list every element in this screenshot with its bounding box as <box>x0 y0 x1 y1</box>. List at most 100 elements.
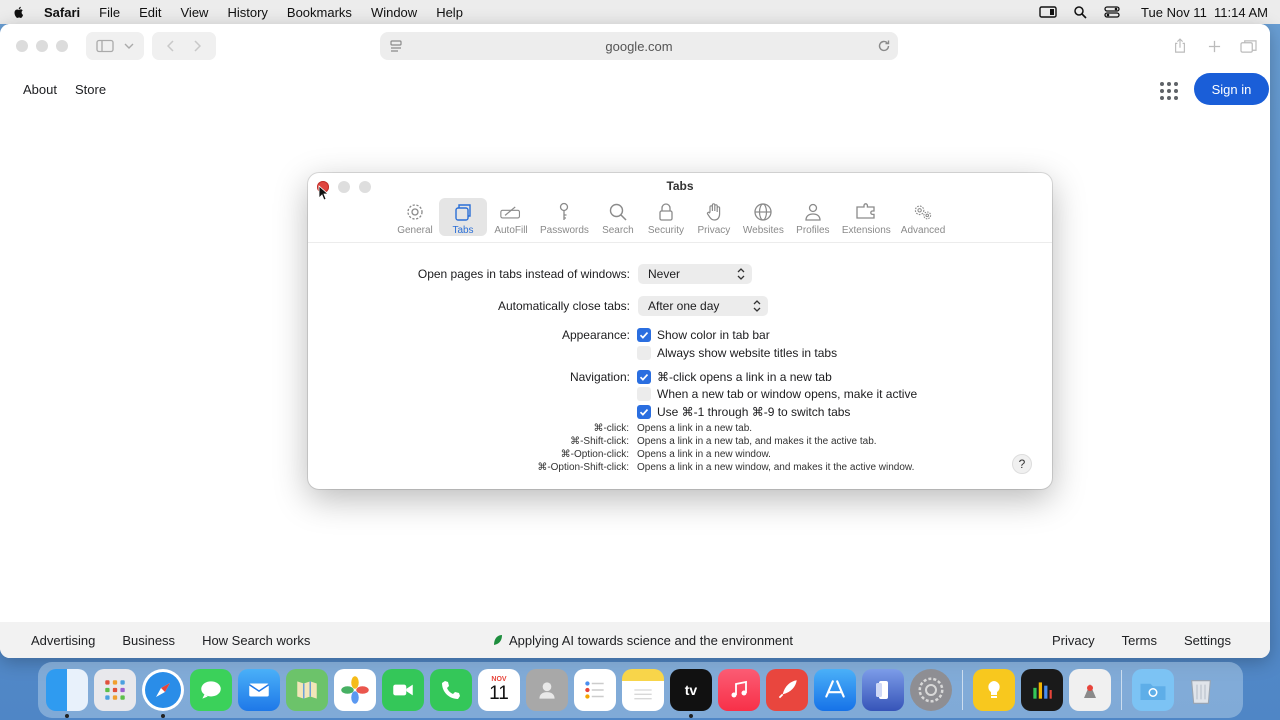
menu-clock[interactable]: Tue Nov 11 11:14 AM <box>1141 5 1268 20</box>
menu-help[interactable]: Help <box>436 5 463 20</box>
footer-business-link[interactable]: Business <box>122 633 175 648</box>
tab-security[interactable]: Security <box>642 198 690 236</box>
music-icon[interactable] <box>718 669 760 711</box>
back-arrow-icon[interactable] <box>167 40 175 52</box>
footer-sustainability-text: Applying AI towards science and the envi… <box>509 632 794 648</box>
footer-settings-link[interactable]: Settings <box>1184 633 1231 648</box>
window-zoom-button[interactable] <box>56 40 68 52</box>
menu-window[interactable]: Window <box>371 5 417 20</box>
facetime-icon[interactable] <box>382 669 424 711</box>
help-button[interactable]: ? <box>1012 454 1032 474</box>
hint-desc-2: Opens a link in a new tab, and makes it … <box>637 436 877 447</box>
cmd-number-checkbox[interactable]: Use ⌘-1 through ⌘-9 to switch tabs <box>637 404 850 420</box>
tab-tabs[interactable]: Tabs <box>439 198 487 236</box>
apple-tv-icon[interactable]: tv <box>670 669 712 718</box>
menu-history[interactable]: History <box>227 5 267 20</box>
reminders-icon[interactable] <box>574 669 616 711</box>
rocket-app-icon[interactable] <box>766 669 808 711</box>
tab-passwords[interactable]: Passwords <box>535 198 594 236</box>
tab-security-label: Security <box>647 225 684 236</box>
hint-key-2: ⌘-Shift-click: <box>570 436 629 447</box>
spotlight-icon[interactable] <box>1071 5 1089 19</box>
iphone-mirroring-icon[interactable] <box>862 669 904 711</box>
tips-icon[interactable] <box>973 669 1015 711</box>
safari-app-icon[interactable] <box>142 669 184 718</box>
sign-in-button[interactable]: Sign in <box>1194 73 1269 105</box>
forward-arrow-icon[interactable] <box>193 40 201 52</box>
sidebar-toggle-button[interactable] <box>86 32 144 60</box>
tab-search[interactable]: Search <box>594 198 642 236</box>
footer-terms-link[interactable]: Terms <box>1122 633 1157 648</box>
tab-passwords-label: Passwords <box>540 225 589 236</box>
hint-desc-1: Opens a link in a new tab. <box>637 423 753 434</box>
show-titles-checkbox[interactable]: Always show website titles in tabs <box>637 345 837 361</box>
checkbox-box <box>637 346 651 360</box>
contacts-icon[interactable] <box>526 669 568 711</box>
tab-autofill[interactable]: AutoFill <box>487 198 535 236</box>
grapher-icon[interactable] <box>1021 669 1063 711</box>
checkbox-box <box>637 387 651 401</box>
auto-close-label: Automatically close tabs: <box>497 299 630 313</box>
footer-advertising-link[interactable]: Advertising <box>31 633 95 648</box>
maps-icon[interactable] <box>286 669 328 711</box>
menu-edit[interactable]: Edit <box>139 5 161 20</box>
calendar-icon[interactable]: NOV 11 <box>478 669 520 711</box>
reload-icon[interactable] <box>876 38 892 54</box>
control-center-icon[interactable] <box>1103 5 1121 19</box>
share-icon[interactable] <box>1168 32 1192 60</box>
address-bar[interactable]: google.com <box>380 32 898 60</box>
google-apps-grid-icon[interactable] <box>1160 82 1178 100</box>
show-color-label: Show color in tab bar <box>657 328 770 342</box>
system-settings-icon[interactable] <box>910 669 952 711</box>
new-tab-plus-icon[interactable] <box>1202 32 1226 60</box>
footer-privacy-link[interactable]: Privacy <box>1052 633 1095 648</box>
mail-icon[interactable] <box>238 669 280 711</box>
menu-view[interactable]: View <box>181 5 209 20</box>
appearance-label: Appearance: <box>561 328 630 342</box>
tab-privacy[interactable]: Privacy <box>690 198 738 236</box>
app-store-icon[interactable] <box>814 669 856 711</box>
launchpad-icon[interactable] <box>94 669 136 711</box>
hint-key-4: ⌘-Option-Shift-click: <box>537 462 629 473</box>
notes-icon[interactable] <box>622 669 664 711</box>
show-color-checkbox[interactable]: Show color in tab bar <box>637 327 770 343</box>
tab-overview-icon[interactable] <box>1236 32 1260 60</box>
tab-extensions-label: Extensions <box>841 225 891 236</box>
puzzle-icon <box>856 203 875 219</box>
gear-icon <box>407 204 423 220</box>
window-minimize-button[interactable] <box>36 40 48 52</box>
footer-how-search-works-link[interactable]: How Search works <box>202 633 310 648</box>
finder-icon[interactable] <box>46 669 88 718</box>
auto-close-row: Automatically close tabs: <box>308 296 630 316</box>
lock-icon <box>659 203 673 221</box>
window-controls <box>16 40 68 52</box>
open-pages-select[interactable]: Never <box>638 264 752 284</box>
about-link[interactable]: About <box>23 82 57 97</box>
new-tab-active-checkbox[interactable]: When a new tab or window opens, make it … <box>637 386 917 402</box>
tab-extensions[interactable]: Extensions <box>837 198 896 236</box>
store-link[interactable]: Store <box>75 82 106 97</box>
calendar-day: 11 <box>489 683 509 704</box>
menu-app-name[interactable]: Safari <box>44 5 80 20</box>
page-menu-icon[interactable] <box>388 38 404 54</box>
navigation-row: Navigation: <box>308 369 630 385</box>
footer-sustainability-link[interactable]: Applying AI towards science and the envi… <box>493 633 793 648</box>
tab-advanced[interactable]: Advanced <box>896 198 950 236</box>
tab-profiles[interactable]: Profiles <box>789 198 837 236</box>
tab-websites[interactable]: Websites <box>738 198 789 236</box>
messages-icon[interactable] <box>190 669 232 711</box>
apple-menu-icon[interactable] <box>12 5 26 19</box>
preview-icon[interactable] <box>1069 669 1111 711</box>
cmd-click-checkbox[interactable]: ⌘-click opens a link in a new tab <box>637 369 832 385</box>
downloads-folder-icon[interactable] <box>1132 669 1174 711</box>
menu-file[interactable]: File <box>99 5 120 20</box>
menu-bookmarks[interactable]: Bookmarks <box>287 5 352 20</box>
open-pages-label: Open pages in tabs instead of windows: <box>417 267 630 281</box>
phone-icon[interactable] <box>430 669 472 711</box>
tab-general[interactable]: General <box>391 198 439 236</box>
window-close-button[interactable] <box>16 40 28 52</box>
photos-icon[interactable] <box>334 669 376 711</box>
screen-mirroring-icon[interactable] <box>1039 5 1057 19</box>
trash-icon[interactable] <box>1180 669 1222 711</box>
auto-close-select[interactable]: After one day <box>638 296 768 316</box>
